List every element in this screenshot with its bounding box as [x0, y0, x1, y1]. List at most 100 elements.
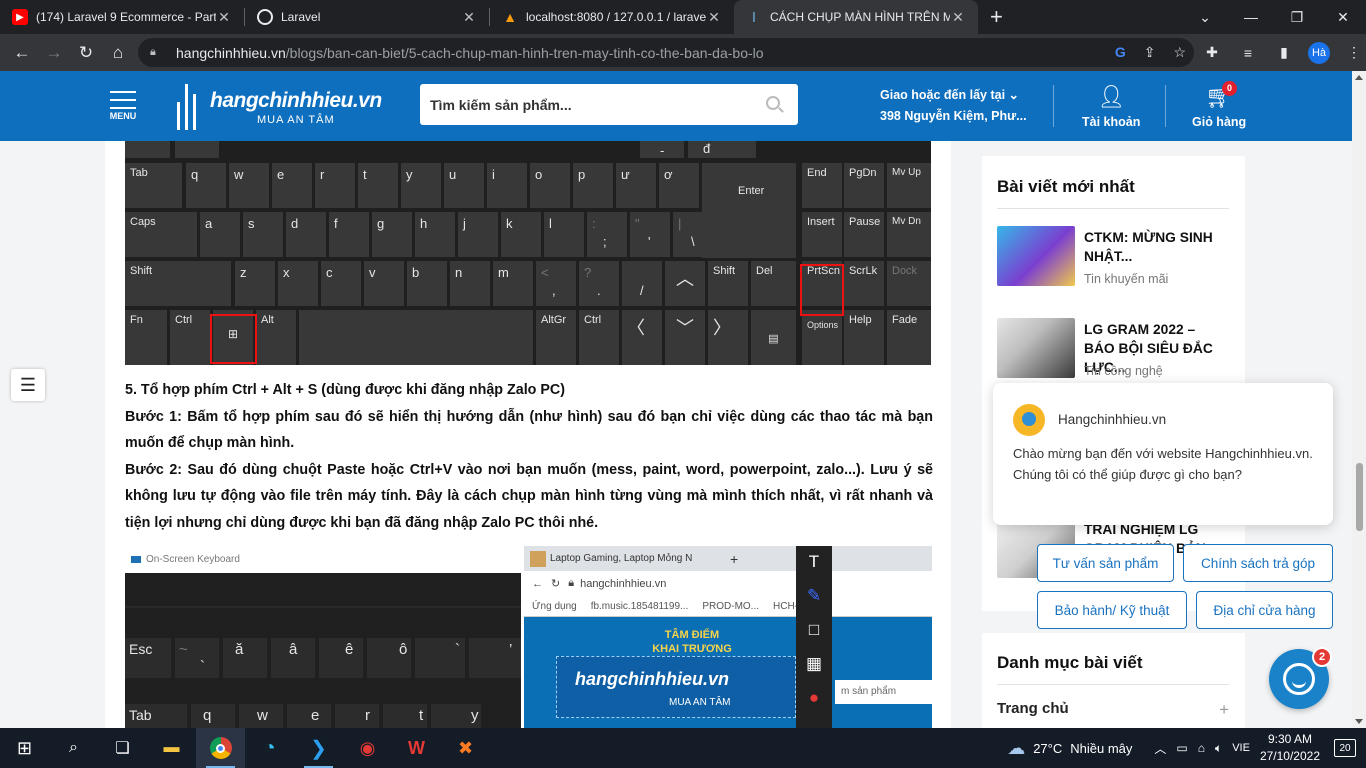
article-content: - đ Tab q w e r t y u i o p ư ơ Enter En… — [105, 141, 951, 728]
network-icon[interactable]: ⌂ — [1198, 741, 1205, 755]
close-tab-icon[interactable]: ✕ — [950, 9, 966, 26]
latest-post-1[interactable]: CTKM: MỪNG SINH NHẬT... Tin khuyến mãi — [997, 226, 1229, 296]
osk-key-w: w — [239, 704, 283, 728]
window-controls: ⌄ — ❐ ✕ — [1182, 0, 1366, 34]
key-scrlk: ScrLk — [844, 261, 884, 306]
wps-office-icon[interactable]: W — [392, 728, 441, 768]
close-tab-icon[interactable]: ✕ — [706, 9, 722, 26]
forward-icon[interactable]: → — [38, 37, 70, 69]
lock-icon[interactable]: 🔒︎ — [150, 46, 166, 59]
reload-icon[interactable]: ↻ — [70, 37, 102, 69]
arrow-left-key-icon: 〈 — [622, 310, 662, 365]
xampp-icon[interactable]: ✖ — [441, 728, 490, 768]
scroll-up-icon[interactable] — [1355, 75, 1363, 80]
key-alt: Alt — [256, 310, 296, 365]
new-tab-button[interactable]: + — [990, 0, 1003, 34]
edge-icon[interactable]: ◔ — [245, 728, 294, 768]
browser-tab-2[interactable]: Laravel ✕ — [245, 0, 489, 34]
more-menu-icon[interactable]: ⋮ — [1342, 38, 1366, 67]
key-e: e — [272, 163, 312, 208]
minimize-icon[interactable]: — — [1228, 0, 1274, 34]
expand-plus-icon[interactable]: + — [1219, 700, 1229, 720]
home-icon[interactable]: ⌂ — [102, 37, 134, 69]
side-panel-icon[interactable]: ▮ — [1272, 38, 1296, 67]
scrollbar-thumb[interactable] — [1356, 463, 1363, 531]
browser-tab-strip: ▶ (174) Laravel 9 Ecommerce - Part ✕ Lar… — [0, 0, 1366, 34]
quick-reply-product-advice[interactable]: Tư vấn sản phẩm — [1037, 544, 1174, 582]
site-header: MENU hangchinhhieu.vn MUA AN TÂM Giao ho… — [0, 71, 1352, 141]
browser-tab-4-active[interactable]: ǀ CÁCH CHỤP MÀN HÌNH TRÊN M ✕ — [734, 0, 978, 34]
table-of-contents-icon[interactable]: ☰ — [11, 369, 45, 401]
snip-back-icon: ← — [532, 577, 543, 590]
scroll-down-icon[interactable] — [1355, 719, 1363, 724]
key-h: h — [415, 212, 455, 257]
key-shift-left: Shift — [125, 261, 231, 306]
osk-app-icon — [131, 556, 141, 563]
volume-icon[interactable]: 🔈︎ — [1215, 741, 1222, 756]
input-language[interactable]: VIE — [1232, 742, 1250, 754]
snip-selection: hangchinhhieu.vn MUA AN TÂM — [556, 656, 796, 718]
address-bar[interactable]: 🔒︎ hangchinhhieu.vn/blogs/ban-can-biet/5… — [138, 38, 1194, 67]
quick-reply-installment[interactable]: Chính sách trả góp — [1183, 544, 1333, 582]
task-view-icon[interactable]: ❏ — [98, 728, 147, 768]
delivery-selector[interactable]: Giao hoặc đến lấy tại ⌄ 398 Nguyễn Kiệm,… — [880, 87, 1027, 123]
key-slash: / — [622, 261, 662, 306]
file-explorer-icon[interactable]: ▬ — [147, 728, 196, 768]
vscode-icon[interactable]: ❯ — [294, 728, 343, 768]
share-icon[interactable]: ⇪ — [1144, 44, 1156, 61]
menu-button[interactable]: MENU — [106, 91, 140, 121]
battery-icon[interactable]: ▭ — [1176, 741, 1187, 755]
google-icon[interactable]: G — [1115, 44, 1126, 61]
close-tab-icon[interactable]: ✕ — [461, 9, 477, 26]
search-input[interactable] — [430, 96, 750, 113]
key-ctrl-right: Ctrl — [579, 310, 619, 365]
key-period: ?. — [579, 261, 619, 306]
chrome-icon[interactable] — [196, 728, 245, 768]
notifications-icon[interactable]: 20 — [1334, 739, 1356, 757]
cart-count-badge: 0 — [1222, 81, 1237, 96]
extensions-icon[interactable]: ✚ — [1200, 38, 1224, 67]
back-icon[interactable]: ← — [6, 37, 38, 69]
snip-tab-title: Laptop Gaming, Laptop Mỏng N — [550, 553, 693, 564]
site-logo[interactable]: hangchinhhieu.vn MUA AN TÂM — [176, 83, 382, 131]
search-icon[interactable] — [766, 96, 780, 110]
widget-divider — [997, 684, 1229, 685]
bookmark-star-icon[interactable]: ☆ — [1173, 44, 1186, 61]
cart-button[interactable]: 🛒︎ 0 Giỏ hàng — [1192, 81, 1246, 129]
quick-reply-warranty[interactable]: Bảo hành/ Kỹ thuật — [1037, 591, 1187, 629]
key-fade: Fade — [887, 310, 931, 365]
clock[interactable]: 9:30 AM 27/10/2022 — [1260, 731, 1320, 765]
garena-icon[interactable]: ◉ — [343, 728, 392, 768]
quick-reply-store-address[interactable]: Địa chỉ cửa hàng — [1196, 591, 1333, 629]
key-ctrl-left: Ctrl — [170, 310, 210, 365]
account-button[interactable]: 👤︎ Tài khoản — [1082, 85, 1140, 130]
clock-date: 27/10/2022 — [1259, 749, 1320, 763]
restore-icon[interactable]: ❐ — [1274, 0, 1320, 34]
browser-tab-1[interactable]: ▶ (174) Laravel 9 Ecommerce - Part ✕ — [0, 0, 244, 34]
tab-search-icon[interactable]: ⌄ — [1182, 0, 1228, 34]
zalo-snip-image: Laptop Gaming, Laptop Mỏng N + ← ↻ 🔒︎ ha… — [524, 546, 932, 728]
key-mvdn: Mv Dn — [887, 212, 931, 257]
search-icon[interactable]: ⌕ — [49, 728, 98, 768]
weather-widget[interactable]: ☁ 27°C Nhiều mây — [1007, 738, 1132, 759]
snip-bookmark-3: PROD-MO... — [702, 600, 760, 612]
profile-avatar[interactable]: Hà — [1308, 41, 1330, 64]
page-scrollbar[interactable] — [1352, 71, 1366, 728]
key-caps: Caps — [125, 212, 197, 257]
category-item-trang-chu[interactable]: Trang chủ + — [997, 700, 1229, 720]
delivery-line1: Giao hoặc đến lấy tại — [880, 88, 1006, 102]
show-hidden-icons-icon[interactable]: ︿ — [1154, 740, 1166, 757]
chat-launcher-button[interactable]: 2 — [1269, 647, 1332, 709]
windows-start-icon[interactable]: ⊞ — [0, 728, 49, 768]
key-options: Options — [802, 310, 842, 365]
snip-reload-icon: ↻ — [551, 578, 561, 590]
key-n: n — [450, 261, 490, 306]
chat-greeting-popup: Hangchinhhieu.vn Chào mừng bạn đến với w… — [993, 383, 1333, 525]
reading-list-icon[interactable]: ≡ — [1236, 38, 1260, 67]
tab-title: Laravel — [281, 10, 321, 24]
close-window-icon[interactable]: ✕ — [1320, 0, 1366, 34]
latest-post-2[interactable]: LG GRAM 2022 – BÁO BỘI SIÊU ĐẮC LỰC... T… — [997, 318, 1229, 388]
close-tab-icon[interactable]: ✕ — [216, 9, 232, 26]
browser-tab-3[interactable]: ▲ localhost:8080 / 127.0.0.1 / larave ✕ — [490, 0, 734, 34]
osk-key-a-breve: ă — [223, 638, 267, 678]
